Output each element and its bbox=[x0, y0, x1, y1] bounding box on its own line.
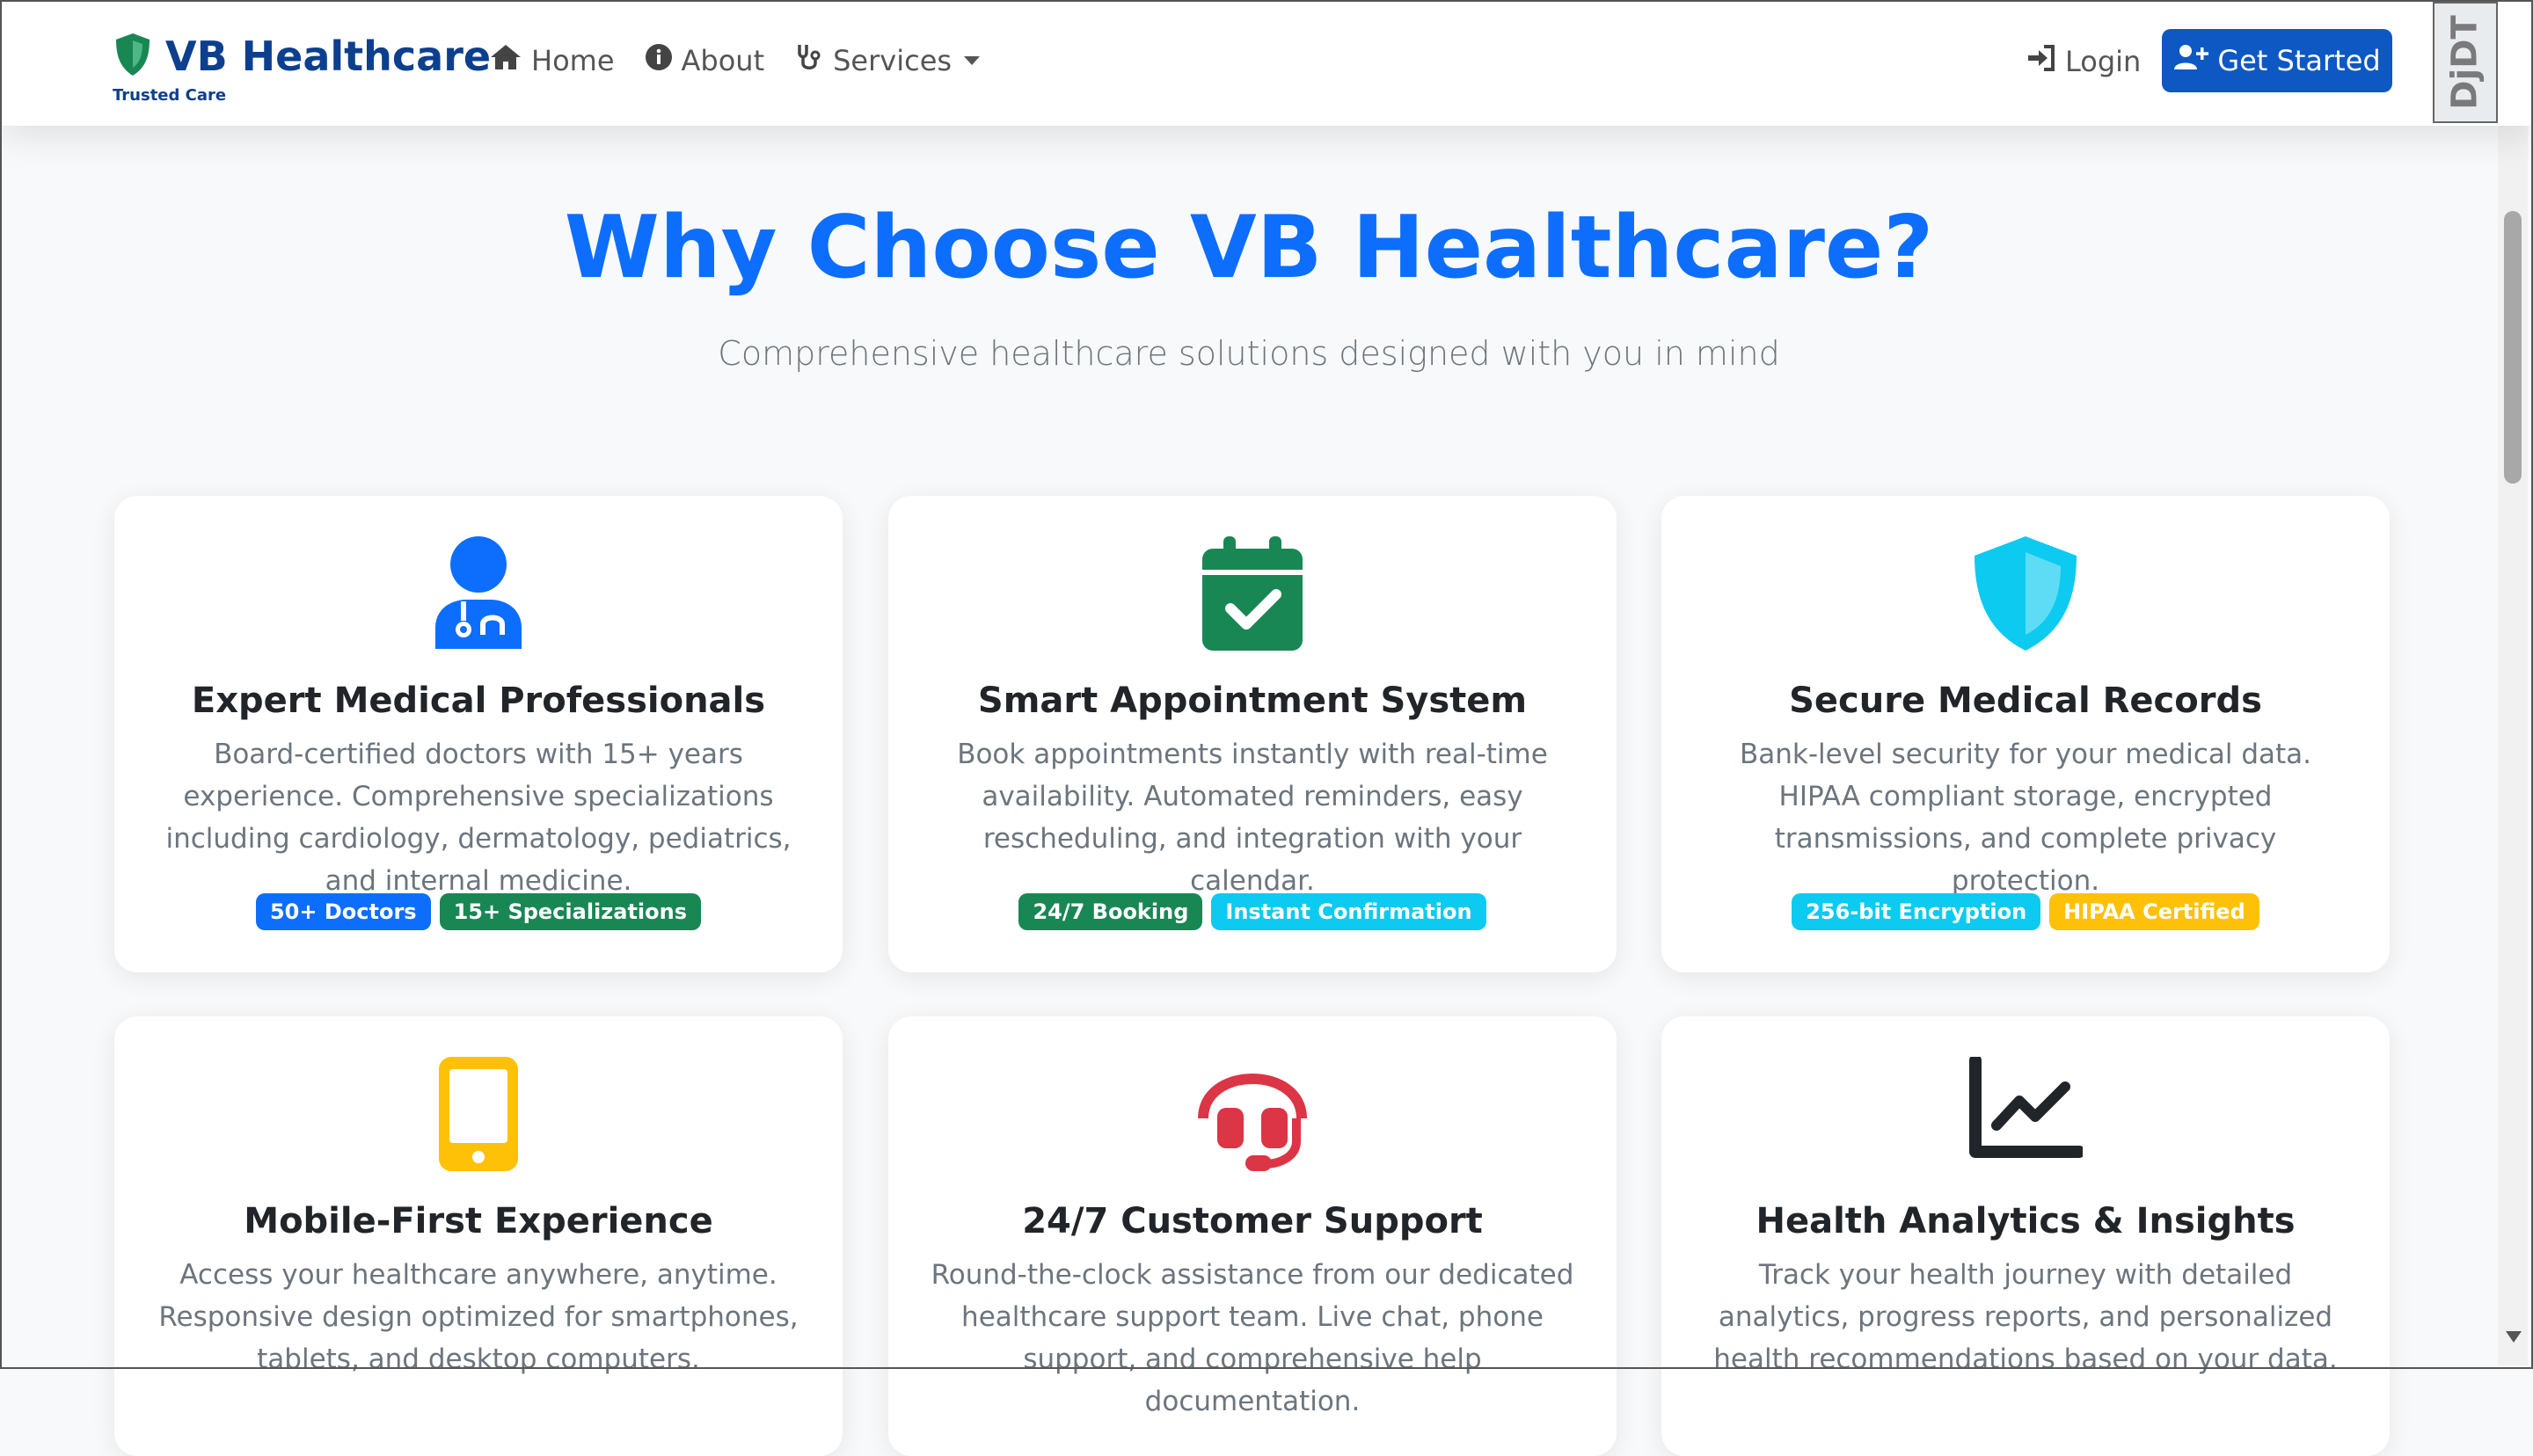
feature-badges: 24/7 Booking Instant Confirmation bbox=[888, 893, 1617, 930]
user-plus-icon bbox=[2173, 43, 2217, 78]
sign-in-icon bbox=[2026, 44, 2065, 79]
brand-subtitle: Trusted Care bbox=[113, 86, 227, 105]
headset-icon bbox=[888, 1057, 1617, 1171]
feature-badges: 50+ Doctors 15+ Specializations bbox=[114, 893, 843, 930]
brand[interactable]: VB Healthcare Trusted Care bbox=[113, 32, 491, 105]
section-subtitle: Comprehensive healthcare solutions desig… bbox=[718, 334, 1780, 373]
doctor-icon bbox=[114, 536, 843, 649]
feature-description: Book appointments instantly with real-ti… bbox=[957, 739, 1548, 897]
feature-card-appointments: Smart Appointment System Book appointmen… bbox=[888, 496, 1617, 972]
debug-toolbar-toggle[interactable]: DjDT bbox=[2433, 2, 2498, 123]
feature-card-mobile: Mobile-First Experience Access your heal… bbox=[114, 1016, 843, 1456]
login-link[interactable]: Login bbox=[2026, 44, 2141, 79]
feature-title: Mobile-First Experience bbox=[244, 1201, 713, 1241]
chart-line-icon bbox=[1661, 1057, 2390, 1159]
login-label: Login bbox=[2065, 45, 2142, 78]
feature-description: Bank-level security for your medical dat… bbox=[1739, 739, 2312, 897]
brand-title: VB Healthcare bbox=[165, 33, 492, 80]
scrollbar-thumb[interactable] bbox=[2504, 211, 2522, 484]
feature-card-doctors: Expert Medical Professionals Board-certi… bbox=[114, 496, 843, 972]
feature-title: Expert Medical Professionals bbox=[191, 681, 766, 721]
home-icon bbox=[489, 43, 531, 78]
badge-confirmation: Instant Confirmation bbox=[1211, 893, 1486, 930]
stethoscope-icon bbox=[794, 42, 833, 79]
navbar: VB Healthcare Trusted Care Home About Se… bbox=[0, 0, 2533, 126]
feature-description: Round-the-clock assistance from our dedi… bbox=[931, 1259, 1574, 1417]
section-title: Why Choose VB Healthcare? bbox=[564, 198, 1934, 298]
badge-booking: 24/7 Booking bbox=[1018, 893, 1203, 930]
info-circle-icon bbox=[645, 43, 682, 78]
feature-card-support: 24/7 Customer Support Round-the-clock as… bbox=[888, 1016, 1617, 1456]
badge-specializations: 15+ Specializations bbox=[439, 893, 702, 930]
nav-home[interactable]: Home bbox=[489, 43, 615, 78]
feature-title: Health Analytics & Insights bbox=[1756, 1201, 2296, 1241]
calendar-check-icon bbox=[888, 536, 1617, 651]
nav-about-label: About bbox=[681, 44, 765, 77]
feature-description: Board-certified doctors with 15+ years e… bbox=[165, 739, 792, 897]
feature-title: 24/7 Customer Support bbox=[1022, 1201, 1483, 1241]
feature-title: Secure Medical Records bbox=[1789, 681, 2262, 721]
feature-card-analytics: Health Analytics & Insights Track your h… bbox=[1661, 1016, 2390, 1456]
nav-home-label: Home bbox=[531, 44, 615, 77]
feature-badges: 256-bit Encryption HIPAA Certified bbox=[1661, 893, 2390, 930]
chevron-down-icon bbox=[964, 56, 981, 65]
get-started-button[interactable]: Get Started bbox=[2162, 29, 2392, 92]
feature-description: Track your health journey with detailed … bbox=[1713, 1259, 2338, 1375]
scroll-down-arrow-icon[interactable] bbox=[2506, 1331, 2522, 1343]
nav-services-label: Services bbox=[833, 44, 953, 77]
nav-links: Home About Services bbox=[489, 42, 1010, 79]
feature-card-security: Secure Medical Records Bank-level securi… bbox=[1661, 496, 2390, 972]
shield-check-icon bbox=[113, 32, 153, 81]
nav-about[interactable]: About bbox=[645, 43, 765, 78]
nav-services-dropdown[interactable]: Services bbox=[794, 42, 981, 79]
feature-title: Smart Appointment System bbox=[977, 681, 1528, 721]
badge-encryption: 256-bit Encryption bbox=[1792, 893, 2041, 930]
shield-icon bbox=[1661, 536, 2390, 651]
feature-description: Access your healthcare anywhere, anytime… bbox=[158, 1259, 799, 1375]
get-started-label: Get Started bbox=[2217, 44, 2381, 77]
badge-hipaa: HIPAA Certified bbox=[2049, 893, 2259, 930]
debug-toolbar-label: DjDT bbox=[2445, 15, 2486, 110]
mobile-icon bbox=[114, 1057, 843, 1171]
badge-doctors-count: 50+ Doctors bbox=[255, 893, 431, 930]
